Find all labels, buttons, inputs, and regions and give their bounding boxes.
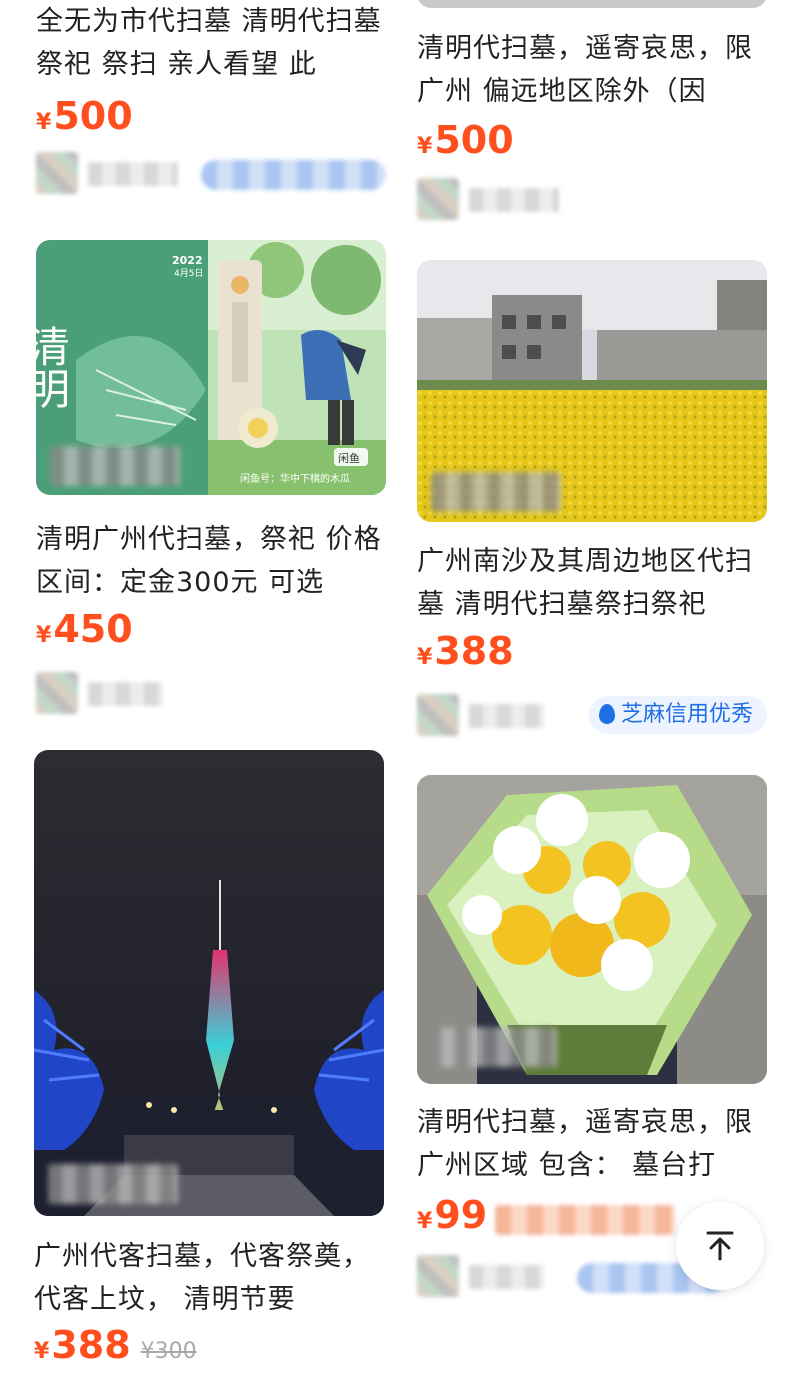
price-value: 450: [53, 607, 133, 651]
product-price: ¥388: [417, 629, 514, 673]
product-title: 全无为市代扫墓 清明代扫墓 祭祀 祭扫 亲人看望 此: [36, 6, 382, 80]
blurred-watermark: [427, 1027, 557, 1067]
product-price: ¥99: [417, 1193, 487, 1237]
product-title: 清明代扫墓，遥寄哀思，限广州 偏远地区除外（因: [417, 33, 753, 107]
blurred-watermark: [431, 472, 561, 512]
product-card[interactable]: 清明代扫墓，遥寄哀思，限广州 偏远地区除外（因 ¥500: [417, 0, 767, 235]
product-card[interactable]: 清明代扫墓，遥寄哀思，限广州区域 包含： 墓台打 ¥99: [417, 775, 767, 1383]
credit-badge-label: 芝麻信用优秀: [620, 702, 753, 727]
price-value: 500: [434, 118, 514, 162]
product-price: ¥450: [36, 607, 133, 651]
product-card[interactable]: 全无为市代扫墓 清明代扫墓 祭祀 祭扫 亲人看望 此 ¥500: [36, 0, 386, 220]
avatar[interactable]: [417, 178, 459, 220]
seller-row[interactable]: [36, 152, 386, 196]
avatar[interactable]: [36, 672, 78, 714]
image-watermark: 闲鱼号：华中下棋的木瓜: [240, 472, 350, 485]
currency-symbol: ¥: [36, 110, 52, 135]
back-to-top-button[interactable]: [676, 1202, 764, 1290]
product-title: 清明代扫墓，遥寄哀思，限广州区域 包含： 墓台打: [417, 1107, 753, 1181]
product-image[interactable]: [34, 750, 384, 1216]
price-value: 388: [434, 629, 514, 673]
product-price: ¥500: [417, 118, 514, 162]
product-card[interactable]: 广州代客扫墓，代客祭奠，代客上坟， 清明节要 ¥388 ¥300: [34, 750, 384, 1383]
poster-year: 2022: [172, 254, 203, 267]
seller-name: [469, 188, 559, 212]
product-price: ¥500: [36, 94, 133, 138]
currency-symbol: ¥: [417, 645, 433, 670]
poster-title-text: 清明: [36, 325, 71, 409]
seller-name: [469, 1265, 544, 1289]
avatar[interactable]: [417, 1255, 459, 1297]
product-image[interactable]: [417, 0, 767, 8]
currency-symbol: ¥: [34, 1339, 50, 1364]
price-value: 500: [53, 94, 133, 138]
credit-badge: 芝麻信用优秀: [588, 696, 767, 734]
price-value: 388: [51, 1323, 131, 1367]
poster-date: 4月5日: [174, 268, 203, 279]
arrow-up-icon: [706, 1231, 734, 1261]
currency-symbol: ¥: [417, 1209, 433, 1234]
seller-name: [88, 162, 178, 186]
original-price: ¥300: [140, 1339, 197, 1364]
xianyu-badge: 闲鱼: [338, 451, 360, 465]
seller-name: [88, 682, 163, 706]
blurred-watermark: [50, 446, 180, 486]
seller-row[interactable]: [417, 178, 767, 222]
promo-tag: [495, 1205, 675, 1235]
product-title: 广州南沙及其周边地区代扫墓 清明代扫墓祭扫祭祀: [417, 546, 753, 620]
blurred-watermark: [48, 1164, 178, 1204]
product-title: 广州代客扫墓，代客祭奠，代客上坟， 清明节要: [34, 1241, 370, 1315]
price-value: 99: [434, 1193, 488, 1237]
product-price: ¥388 ¥300: [34, 1323, 197, 1367]
avatar[interactable]: [36, 152, 78, 194]
seller-row[interactable]: [36, 672, 386, 716]
product-card[interactable]: 广州南沙及其周边地区代扫墓 清明代扫墓祭扫祭祀 ¥388 芝麻信用优秀: [417, 260, 767, 740]
currency-symbol: ¥: [36, 623, 52, 648]
seller-name: [469, 704, 544, 728]
avatar[interactable]: [417, 694, 459, 736]
zhima-credit-icon: [598, 704, 615, 724]
product-card[interactable]: 清明 2022 4月5日 闲鱼 闲鱼号：华中下棋的木瓜 清明广州代扫墓，祭祀 价…: [36, 240, 386, 720]
currency-symbol: ¥: [417, 134, 433, 159]
seller-row[interactable]: 芝麻信用优秀: [417, 694, 767, 738]
credit-badge: [201, 160, 386, 190]
canton-tower-night-image: [34, 750, 384, 1216]
product-title: 清明广州代扫墓，祭祀 价格区间：定金300元 可选: [36, 524, 382, 598]
